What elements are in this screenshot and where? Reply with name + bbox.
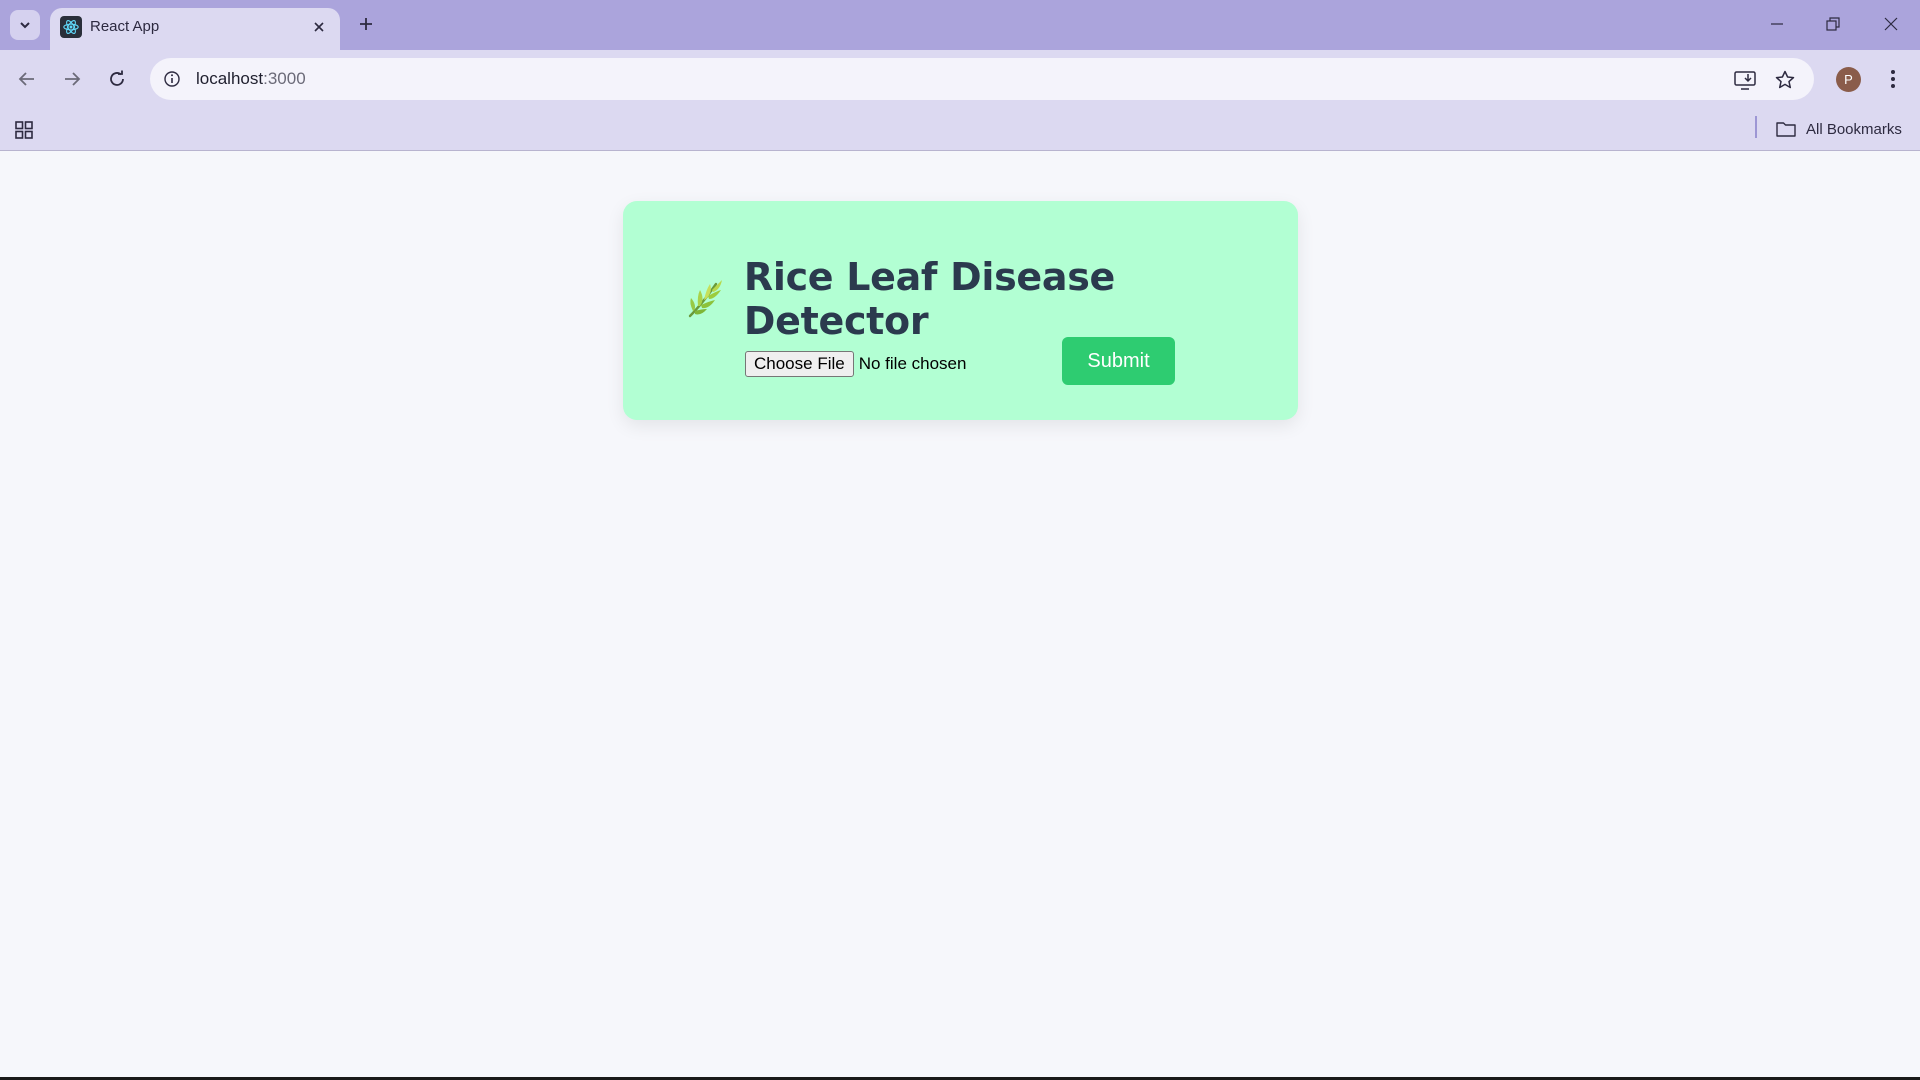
folder-icon <box>1776 122 1796 137</box>
close-icon <box>314 22 324 32</box>
install-app-button[interactable] <box>1732 67 1758 93</box>
browser-toolbar: localhost:3000 P <box>0 50 1920 108</box>
submit-button[interactable]: Submit <box>1062 337 1175 385</box>
detector-card: Rice Leaf Disease Detector Choose File N… <box>623 201 1298 420</box>
tab-strip: React App <box>0 0 1920 50</box>
minimize-icon <box>1771 23 1783 25</box>
tab-search-button[interactable] <box>10 10 40 40</box>
reload-icon <box>110 70 124 86</box>
bookmarks-separator <box>1755 116 1757 138</box>
profile-avatar[interactable]: P <box>1836 67 1861 92</box>
url-host: localhost <box>196 69 264 88</box>
close-window-button[interactable] <box>1868 6 1914 42</box>
star-icon <box>1775 70 1795 89</box>
reload-button[interactable] <box>102 64 132 94</box>
restore-icon <box>1826 17 1840 31</box>
tab-title: React App <box>90 18 160 35</box>
address-bar[interactable]: localhost:3000 <box>150 58 1814 100</box>
url-port: :3000 <box>263 69 306 88</box>
close-window-icon <box>1884 17 1898 31</box>
file-input[interactable]: Choose File No file chosen <box>745 351 966 377</box>
forward-arrow-icon <box>65 72 81 86</box>
herb-leaf-icon <box>683 277 726 321</box>
profile-initial: P <box>1844 72 1853 87</box>
page-viewport: Rice Leaf Disease Detector Choose File N… <box>0 152 1920 1078</box>
back-arrow-icon <box>18 72 34 86</box>
tab-react-app[interactable]: React App <box>50 8 340 50</box>
restore-button[interactable] <box>1810 6 1856 42</box>
more-vert-icon <box>1891 70 1895 88</box>
site-info-button[interactable] <box>160 67 184 91</box>
new-tab-button[interactable] <box>352 10 380 38</box>
apps-button[interactable] <box>12 118 36 142</box>
plus-icon <box>360 18 372 30</box>
minimize-button[interactable] <box>1754 6 1800 42</box>
title-row: Rice Leaf Disease Detector <box>683 255 1298 343</box>
file-status-text: No file chosen <box>858 354 967 373</box>
forward-button[interactable] <box>57 64 87 94</box>
page-title: Rice Leaf Disease Detector <box>743 255 1115 343</box>
tab-close-button[interactable] <box>308 16 330 38</box>
bookmark-star-button[interactable] <box>1772 67 1798 93</box>
apps-grid-icon <box>15 121 33 139</box>
choose-file-button[interactable]: Choose File <box>745 351 854 377</box>
install-app-icon <box>1734 71 1756 90</box>
react-favicon-icon <box>60 16 82 38</box>
browser-menu-button[interactable] <box>1880 65 1906 93</box>
info-icon <box>164 71 180 87</box>
tab-search-icon <box>20 22 30 29</box>
url-text: localhost:3000 <box>196 69 306 89</box>
all-bookmarks-label: All Bookmarks <box>1806 120 1902 138</box>
back-button[interactable] <box>12 64 42 94</box>
bookmarks-bar: All Bookmarks <box>0 108 1920 151</box>
all-bookmarks-button[interactable]: All Bookmarks <box>1776 117 1902 141</box>
